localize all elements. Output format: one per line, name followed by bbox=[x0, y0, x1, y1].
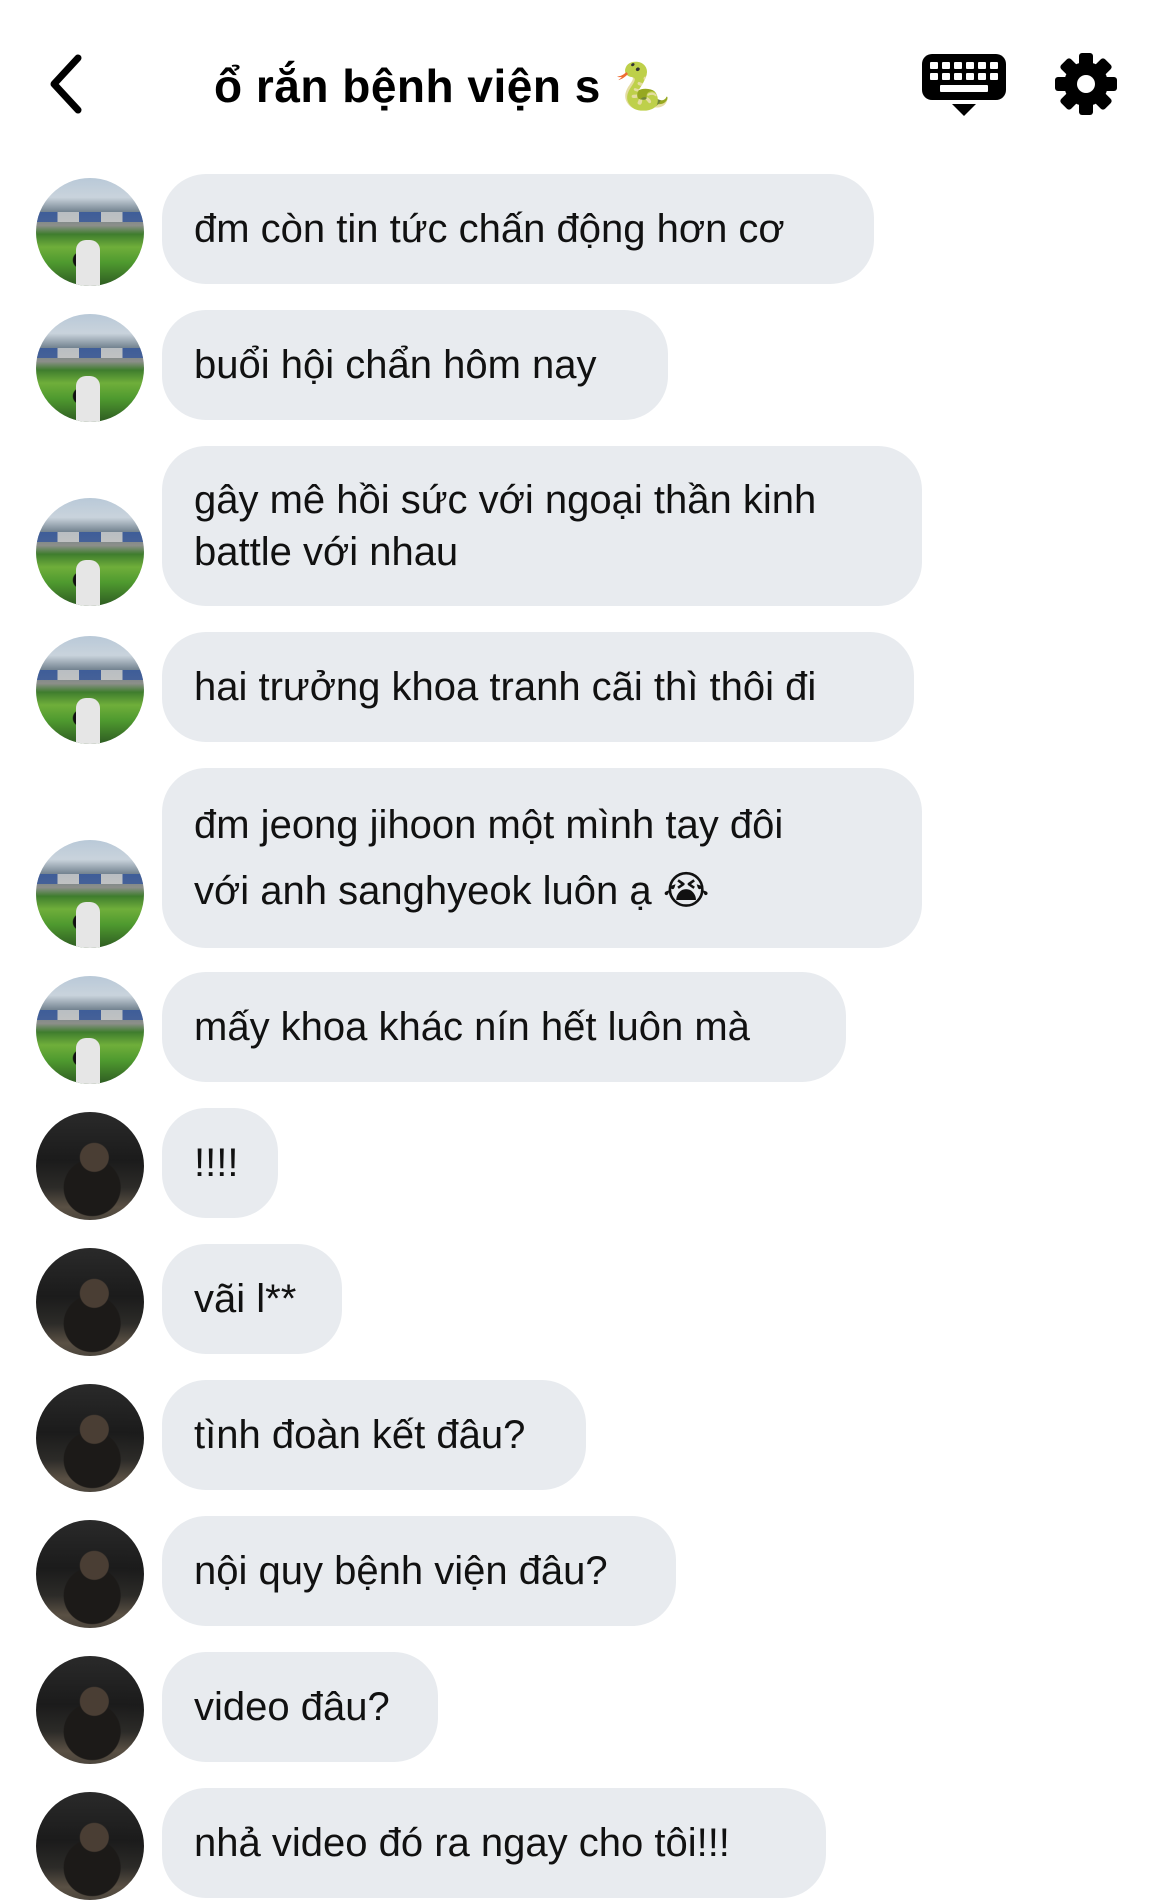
message-list[interactable]: đm còn tin tức chấn động hơn cơ buổi hội… bbox=[0, 0, 1170, 1904]
message-bubble[interactable]: vãi l** bbox=[162, 1244, 342, 1354]
avatar[interactable] bbox=[36, 314, 144, 422]
avatar[interactable] bbox=[36, 498, 144, 606]
avatar[interactable] bbox=[36, 976, 144, 1084]
avatar[interactable] bbox=[36, 1792, 144, 1900]
message-text: vãi l** bbox=[194, 1277, 297, 1321]
message-bubble[interactable]: !!!! bbox=[162, 1108, 278, 1218]
message-text: tình đoàn kết đâu? bbox=[194, 1413, 526, 1457]
avatar[interactable] bbox=[36, 1248, 144, 1356]
message-text: gây mê hồi sức với ngoại thần kinh battl… bbox=[194, 478, 817, 574]
avatar[interactable] bbox=[36, 1656, 144, 1764]
message-text: đm jeong jihoon một mình tay đôi với anh… bbox=[194, 803, 784, 913]
message-text: đm còn tin tức chấn động hơn cơ bbox=[194, 207, 785, 251]
message-text: buổi hội chẩn hôm nay bbox=[194, 343, 597, 387]
message-text: hai trưởng khoa tranh cãi thì thôi đi bbox=[194, 665, 817, 709]
avatar[interactable] bbox=[36, 636, 144, 744]
message-text: !!!! bbox=[194, 1141, 239, 1185]
avatar[interactable] bbox=[36, 1520, 144, 1628]
avatar[interactable] bbox=[36, 1112, 144, 1220]
message-bubble[interactable]: gây mê hồi sức với ngoại thần kinh battl… bbox=[162, 446, 922, 606]
message-text: video đâu? bbox=[194, 1685, 390, 1729]
message-bubble[interactable]: hai trưởng khoa tranh cãi thì thôi đi bbox=[162, 632, 914, 742]
avatar[interactable] bbox=[36, 1384, 144, 1492]
message-bubble[interactable]: buổi hội chẩn hôm nay bbox=[162, 310, 668, 420]
message-bubble[interactable]: đm còn tin tức chấn động hơn cơ bbox=[162, 174, 874, 284]
avatar[interactable] bbox=[36, 840, 144, 948]
message-bubble[interactable]: nội quy bệnh viện đâu? bbox=[162, 1516, 676, 1626]
message-bubble[interactable]: đm jeong jihoon một mình tay đôi với anh… bbox=[162, 768, 922, 948]
avatar[interactable] bbox=[36, 178, 144, 286]
message-text: nội quy bệnh viện đâu? bbox=[194, 1549, 608, 1593]
message-bubble[interactable]: tình đoàn kết đâu? bbox=[162, 1380, 586, 1490]
message-text: nhả video đó ra ngay cho tôi!!! bbox=[194, 1821, 730, 1865]
message-bubble[interactable]: mấy khoa khác nín hết luôn mà bbox=[162, 972, 846, 1082]
message-bubble[interactable]: video đâu? bbox=[162, 1652, 438, 1762]
message-bubble[interactable]: nhả video đó ra ngay cho tôi!!! bbox=[162, 1788, 826, 1898]
message-text: mấy khoa khác nín hết luôn mà bbox=[194, 1005, 750, 1049]
